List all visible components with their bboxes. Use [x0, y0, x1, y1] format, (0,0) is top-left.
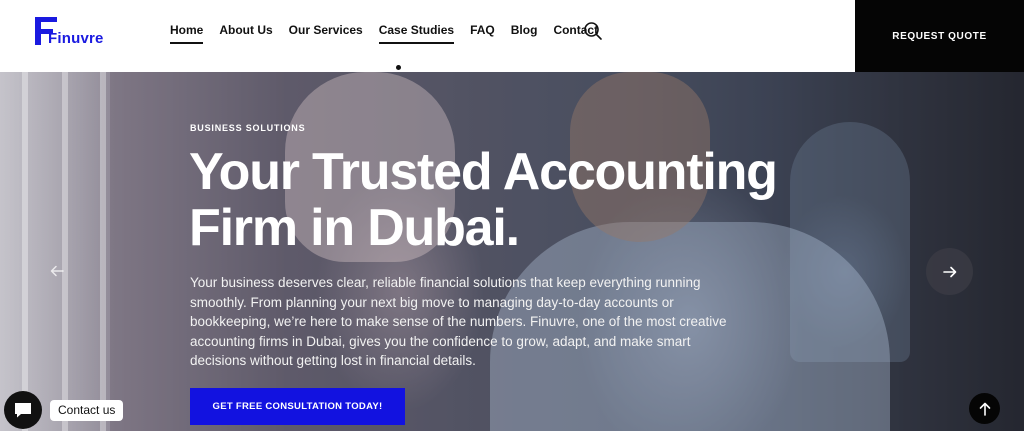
scroll-to-top-button[interactable] [969, 393, 1000, 424]
page: BUSINESS SOLUTIONS Your Trusted Accounti… [0, 0, 1024, 431]
free-consultation-button[interactable]: GET FREE CONSULTATION TODAY! [190, 388, 405, 425]
window-bar [22, 72, 28, 431]
nav-item-blog[interactable]: Blog [511, 23, 538, 43]
hero-headline: Your Trusted Accounting Firm in Dubai. [189, 144, 809, 256]
nav-item-faq[interactable]: FAQ [470, 23, 495, 43]
arrow-left-icon [50, 265, 64, 277]
hero-headline-line-2: Firm in Dubai. [189, 199, 520, 257]
main-nav: Home About Us Our Services Case Studies … [170, 23, 614, 44]
hero-headline-line-1: Your Trusted Accounting [189, 143, 778, 201]
contact-chat-widget[interactable]: Contact us [4, 391, 124, 429]
brand-logo[interactable]: Finuvre [34, 16, 103, 50]
arrow-up-icon [979, 402, 990, 416]
window-decor [0, 72, 110, 431]
request-quote-button[interactable]: REQUEST QUOTE [855, 0, 1024, 72]
nav-item-our-services[interactable]: Our Services [289, 23, 363, 43]
chat-label[interactable]: Contact us [50, 400, 124, 421]
hero-section: BUSINESS SOLUTIONS Your Trusted Accounti… [0, 72, 1024, 431]
hero-eyebrow: BUSINESS SOLUTIONS [190, 123, 306, 133]
nav-item-about-us[interactable]: About Us [219, 23, 272, 43]
window-bar [62, 72, 68, 431]
nav-item-case-studies[interactable]: Case Studies [378, 23, 455, 44]
logo-text: Finuvre [48, 30, 104, 47]
slider-next-button[interactable] [926, 248, 973, 295]
site-header: Finuvre Home About Us Our Services Case … [0, 0, 1024, 72]
window-bar [100, 72, 106, 431]
search-icon [584, 22, 602, 40]
slider-prev-button[interactable] [46, 260, 68, 282]
chat-icon [15, 403, 31, 418]
nav-item-home[interactable]: Home [170, 23, 204, 44]
nav-indicator-dot [396, 65, 401, 70]
arrow-right-icon [942, 266, 956, 277]
search-button[interactable] [583, 21, 603, 41]
chat-button[interactable] [4, 391, 42, 429]
hero-description: Your business deserves clear, reliable f… [190, 275, 727, 368]
